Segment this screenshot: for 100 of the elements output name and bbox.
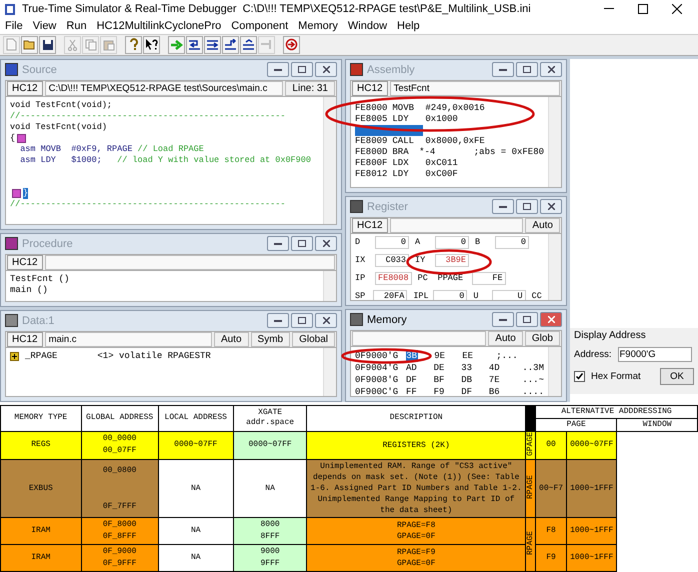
address-input[interactable]: F9000'G [618, 346, 692, 362]
context-help-button[interactable] [143, 36, 160, 54]
menu-item[interactable]: Component [226, 20, 294, 32]
scrollbar[interactable] [323, 348, 336, 396]
register-value[interactable]: 0 [435, 236, 469, 250]
context-help-icon [145, 38, 158, 52]
breakpoint-marker-icon[interactable] [12, 188, 21, 198]
minimize-button[interactable] [267, 236, 289, 252]
target-label: HC12 [7, 332, 43, 347]
table-cell: 0F_9000 0F_9FFF [81, 544, 158, 572]
assembly-row[interactable]: FE800F LDX 0xC011 [355, 158, 544, 169]
close-button[interactable] [315, 62, 337, 78]
close-button[interactable] [315, 313, 337, 328]
table-cell: 0000~07FF [233, 431, 307, 460]
maximize-button[interactable] [291, 313, 313, 328]
scrollbar[interactable] [548, 234, 561, 300]
maximize-button[interactable] [291, 62, 313, 78]
variable-value: <1> volatile RPAGESTR [97, 350, 211, 362]
open-folder-button[interactable] [21, 36, 38, 54]
memory-byte[interactable]: 4D [488, 362, 501, 374]
menu-item[interactable]: HC12MultilinkCyclonePro [92, 20, 226, 32]
halt-icon [260, 39, 273, 50]
asm-operand: 0x1000 [425, 114, 459, 125]
checkbox[interactable] [574, 370, 585, 382]
maximize-button[interactable] [516, 199, 538, 214]
close-icon [548, 203, 554, 210]
register-value[interactable]: FE [472, 272, 506, 286]
table-cell: NA [158, 460, 234, 518]
close-button[interactable] [540, 62, 562, 78]
memory-byte[interactable]: 9E [434, 350, 446, 362]
memory-byte[interactable]: 7E [488, 374, 501, 386]
assembly-row[interactable]: FE800D BRA *-4 ;abs = 0xFE80 [355, 146, 544, 158]
memory-byte[interactable]: DE [434, 362, 446, 374]
step-over-button[interactable] [204, 36, 221, 54]
memory-byte[interactable]: F9 [434, 386, 446, 396]
scrollbar[interactable] [323, 270, 336, 301]
menu-item[interactable]: Window [342, 20, 392, 32]
menu-item[interactable]: Memory [293, 20, 343, 32]
register-value[interactable]: 0 [375, 236, 409, 250]
assembly-step-button[interactable] [240, 36, 257, 54]
call-stack-item[interactable]: TestFcnt () [10, 274, 319, 285]
header-button[interactable]: Symb [250, 332, 290, 347]
table-cell: 0F_8000 0F_8FFF [81, 518, 158, 544]
memory-byte[interactable]: AD [406, 362, 418, 374]
close-button[interactable] [540, 199, 562, 214]
target-label: HC12 [7, 254, 43, 270]
maximize-button[interactable] [291, 236, 313, 252]
ok-button[interactable]: OK [660, 368, 694, 385]
header-button[interactable]: Line: 31 [285, 80, 335, 96]
register-value[interactable]: C033 [375, 254, 409, 268]
help-button[interactable] [125, 36, 142, 54]
close-icon [548, 316, 554, 324]
header-button[interactable]: Auto [525, 218, 560, 233]
scrollbar[interactable] [548, 96, 561, 187]
scrollbar[interactable] [548, 346, 561, 396]
minimize-button[interactable] [267, 62, 289, 78]
minimize-button[interactable] [492, 312, 514, 328]
maximize-button[interactable] [516, 312, 538, 328]
step-out-button[interactable] [222, 36, 239, 54]
memory-byte[interactable]: 33 [461, 362, 473, 374]
memory-byte[interactable]: DB [461, 374, 473, 386]
maximize-button[interactable] [516, 62, 538, 78]
register-value[interactable]: 0 [495, 236, 529, 250]
menu-item[interactable]: View [28, 20, 62, 32]
register-value[interactable]: 3B9E [435, 254, 469, 268]
register-value[interactable]: 20FA [373, 290, 408, 300]
memory-byte[interactable]: FF [406, 386, 418, 396]
memory-byte[interactable]: DF [406, 374, 418, 386]
minimize-button[interactable] [492, 199, 514, 214]
memory-byte[interactable]: B6 [488, 386, 501, 396]
window-icon [5, 314, 18, 328]
save-button[interactable] [39, 36, 56, 54]
register-value[interactable]: 0 [433, 290, 468, 300]
menu-item[interactable]: File [0, 20, 28, 32]
window-icon [350, 313, 363, 326]
memory-byte[interactable]: EE [462, 350, 474, 362]
menu-item[interactable]: Run [61, 20, 92, 32]
close-button[interactable] [315, 236, 337, 252]
menu-item[interactable]: Help [392, 20, 425, 32]
header-button[interactable]: Auto [488, 330, 523, 346]
header-button[interactable]: Glob [524, 330, 560, 346]
memory-byte[interactable]: BF [434, 374, 446, 386]
register-value[interactable]: FE8008 [375, 272, 412, 286]
memory-byte[interactable]: DF [461, 386, 473, 396]
minimize-button[interactable] [267, 313, 289, 328]
header-button[interactable]: Auto [214, 332, 249, 347]
assembly-row[interactable]: FE8009 CALL 0x8000,0xFE [355, 136, 544, 147]
register-value[interactable]: U [492, 290, 526, 300]
assembly-row[interactable]: FE8000 MOVB #249,0x0016 [355, 102, 544, 114]
assembly-row[interactable]: FE8005 LDY 0x1000 [355, 114, 544, 125]
breakpoint-marker-icon[interactable] [17, 134, 26, 143]
scrollbar[interactable] [323, 96, 336, 224]
step-button[interactable] [186, 36, 203, 54]
assembly-row[interactable]: FE8012 LDY 0xC00F [355, 168, 544, 180]
minimize-button[interactable] [492, 62, 514, 78]
expand-icon[interactable] [10, 352, 19, 361]
call-stack-item[interactable]: main () [10, 284, 319, 296]
reset-button[interactable] [283, 36, 300, 54]
header-button[interactable]: Global [292, 332, 335, 347]
register-name: D [355, 237, 362, 248]
